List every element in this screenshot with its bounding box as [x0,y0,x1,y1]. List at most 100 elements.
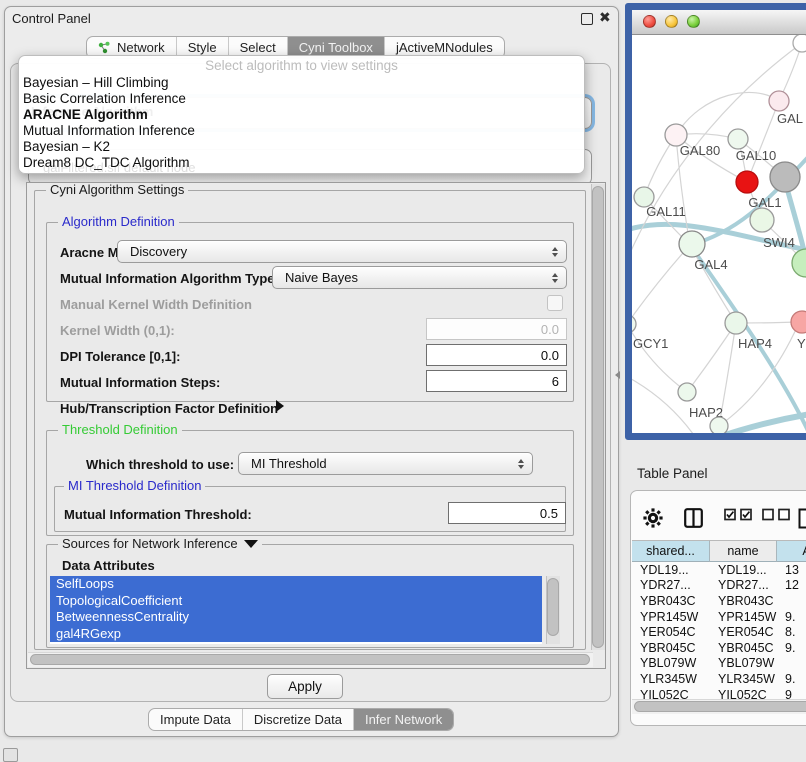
combo-stepper-icon [518,459,524,469]
algorithm-option[interactable]: Bayesian – Hill Climbing [23,75,580,91]
network-icon [98,41,111,54]
apply-button[interactable]: Apply [267,674,343,699]
data-attribute-item[interactable]: gal4RGexp [50,626,542,643]
kernel-width-field[interactable]: 0.0 [426,318,567,340]
table-horizontal-scrollbar-thumb[interactable] [634,701,806,712]
float-window-icon[interactable] [581,13,593,25]
table-cell: YBR043C [710,594,777,608]
table-row[interactable]: YBR043CYBR043C [632,593,806,609]
sources-collapse-arrow-icon[interactable] [244,540,258,548]
table-row[interactable]: YBL079WYBL079W [632,656,806,672]
bottom-tab-infer-network[interactable]: Infer Network [353,709,453,730]
network-node-gal4[interactable] [679,231,705,257]
kernel-width-label: Kernel Width (0,1): [60,323,175,338]
table-cell: YER054C [632,625,710,639]
table-cell: 9. [777,610,806,624]
vertical-scrollbar-thumb[interactable] [592,186,604,648]
mi-steps-field[interactable]: 6 [426,370,567,392]
network-node-y[interactable] [791,311,806,333]
network-view-window: GALGAL80GAL10GAL1SWI4GAL11GAL4GCY1HAP4YH… [625,3,806,440]
table-row[interactable]: YBR045CYBR045C9. [632,640,806,656]
mi-threshold-label: Mutual Information Threshold: [64,507,252,522]
dpi-tolerance-field[interactable]: 0.0 [426,344,567,366]
network-edge [632,245,690,324]
mi-threshold-field[interactable]: 0.5 [448,502,566,524]
split-panel-icon[interactable] [684,508,703,533]
table-cell: YDR27... [632,578,710,592]
hub-definition-label[interactable]: Hub/Transcription Factor Definition [60,401,278,416]
mi-type-combo[interactable]: Naive Bayes [272,266,567,289]
bottom-tab-impute-data[interactable]: Impute Data [149,709,242,730]
attributes-scrollbar-thumb[interactable] [547,578,559,636]
combo-stepper-icon [552,247,558,257]
network-node-label: HAP4 [738,336,772,351]
bottom-tab-discretize-data[interactable]: Discretize Data [242,709,353,730]
minimized-panel-icon[interactable] [3,748,18,762]
column-header[interactable]: A [777,540,806,562]
table-row[interactable]: YDL19...YDL19...13 [632,562,806,578]
minimize-button[interactable] [665,15,678,28]
aracne-mode-combo[interactable]: Discovery [117,240,567,263]
algorithm-definition-title: Algorithm Definition [58,215,179,229]
network-node-gcy1[interactable] [632,315,636,333]
algorithm-option[interactable]: Bayesian – K2 [23,139,580,155]
data-attribute-item[interactable]: BetweennessCentrality [50,609,542,626]
table-row[interactable]: YIL052CYIL052C9 [632,687,806,699]
network-node-swi4[interactable] [750,208,774,232]
manual-kernel-checkbox[interactable] [547,295,563,311]
table-cell: YBR045C [710,641,777,655]
algorithm-dropdown-popup: Select algorithm to view settings Bayesi… [18,55,585,174]
data-attribute-item[interactable]: SelfLoops [50,576,542,593]
network-node[interactable] [770,162,800,192]
table-row[interactable]: YPR145WYPR145W9. [632,609,806,625]
zoom-button[interactable] [687,15,700,28]
table-cell: YPR145W [632,610,710,624]
network-node-hap2[interactable] [678,383,696,401]
panel-splitter-arrow-icon[interactable] [615,371,620,379]
table-header: shared...nameA [632,540,806,562]
table-panel-title: Table Panel [637,466,708,481]
data-attribute-item[interactable]: TopologicalCoefficient [50,593,542,610]
which-threshold-combo[interactable]: MI Threshold [238,452,533,475]
which-threshold-label: Which threshold to use: [86,457,234,472]
network-node-label: GAL80 [680,143,720,158]
document-icon[interactable] [798,508,806,534]
cyni-settings-group-title: Cyni Algorithm Settings [46,183,188,197]
table-cell: YPR145W [710,610,777,624]
horizontal-scrollbar-thumb[interactable] [30,654,590,665]
network-node[interactable] [793,35,806,52]
table-row[interactable]: YER054CYER054C8. [632,624,806,640]
network-node[interactable] [710,417,728,433]
network-node-gal10[interactable] [728,129,748,149]
close-icon[interactable]: ✖ [599,9,611,25]
settings-gear-icon[interactable] [643,508,663,533]
table-row[interactable]: YDR27...YDR27...12 [632,578,806,594]
tab-label: Select [240,40,276,55]
network-node-hap4[interactable] [725,312,747,334]
deselect-all-checkboxes-icon[interactable] [762,508,791,526]
network-node-gal[interactable] [769,91,789,111]
table-cell: 9 [777,688,806,699]
network-window-titlebar[interactable] [632,10,806,35]
network-node-gal1[interactable] [736,171,758,193]
column-header[interactable]: shared... [632,540,710,562]
algorithm-placeholder: Select algorithm to view settings [19,58,584,73]
hub-expand-arrow-icon[interactable] [276,400,284,412]
manual-kernel-label: Manual Kernel Width Definition [60,297,252,312]
mi-steps-label: Mutual Information Steps: [60,375,220,390]
table-cell: 12 [777,578,806,592]
table-row[interactable]: YLR345WYLR345W9. [632,671,806,687]
data-attributes-list: SelfLoopsTopologicalCoefficientBetweenne… [50,576,542,644]
column-header[interactable]: name [710,540,777,562]
ghost-inference-algorithm-label: Inference Algorithm [31,104,153,119]
network-canvas[interactable]: GALGAL80GAL10GAL1SWI4GAL11GAL4GCY1HAP4YH… [632,35,806,433]
network-node[interactable] [792,249,806,277]
combo-stepper-icon [552,273,558,283]
close-button[interactable] [643,15,656,28]
bottom-tab-label: Infer Network [365,712,442,727]
algorithm-option[interactable]: Mutual Information Inference [23,123,580,139]
network-edge [687,323,736,392]
sources-title[interactable]: Sources for Network Inference [62,537,238,551]
table-cell: 8. [777,625,806,639]
select-all-checkboxes-icon[interactable] [724,508,753,526]
